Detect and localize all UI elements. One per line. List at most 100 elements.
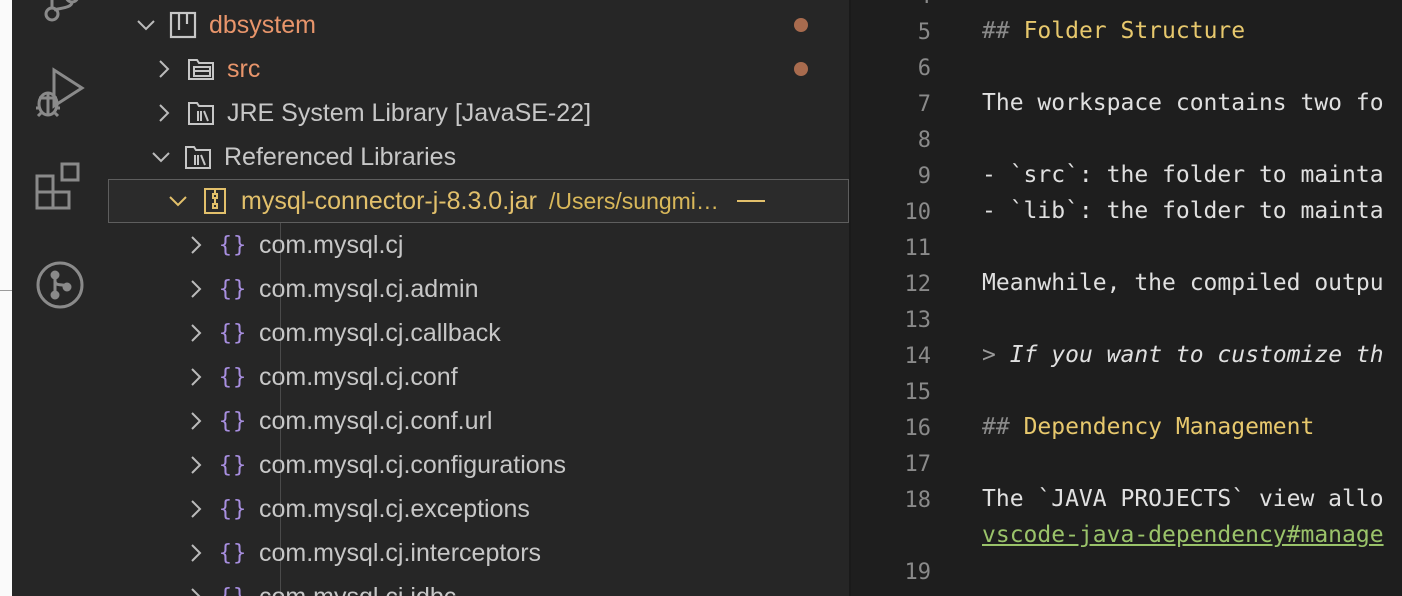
tree-item-project[interactable]: dbsystem <box>108 3 849 47</box>
heading-text: Folder Structure <box>1023 18 1246 44</box>
line-number: 10 <box>904 200 932 225</box>
chevron-right-icon[interactable] <box>181 362 211 392</box>
package-label: com.mysql.cj.interceptors <box>259 538 542 567</box>
source-control-icon[interactable] <box>32 0 88 26</box>
tree-item-jre-library[interactable]: JRE System Library [JavaSE-22] <box>108 91 849 135</box>
heading-marker: ## <box>982 414 1010 440</box>
project-name: dbsystem <box>209 10 316 39</box>
heading-text: Dependency Management <box>1023 414 1315 440</box>
collapse-dash-icon <box>736 200 765 202</box>
package-icon: {} <box>218 320 248 346</box>
package-icon: {} <box>217 581 249 596</box>
quote-text: If you want to customize th <box>1009 342 1384 368</box>
chevron-right-icon[interactable] <box>181 406 211 436</box>
jar-file-icon <box>199 185 231 217</box>
tree-item-package[interactable]: {} com.mysql.cj.callback <box>108 311 849 355</box>
chevron-down-icon[interactable] <box>146 142 176 172</box>
line-number: 15 <box>904 380 932 405</box>
code-line: - `lib`: the folder to mainta <box>982 198 1384 224</box>
jar-path: /Users/sungmi… <box>548 187 719 214</box>
line-number: 9 <box>917 164 931 189</box>
line-number: 14 <box>904 344 932 369</box>
chevron-right-icon[interactable] <box>181 230 211 260</box>
chevron-down-icon[interactable] <box>163 186 193 216</box>
chevron-down-icon[interactable] <box>131 10 161 40</box>
tree-item-label: Referenced Libraries <box>224 142 457 171</box>
chevron-right-icon[interactable] <box>181 494 211 524</box>
line-number: 8 <box>917 128 931 153</box>
tree-item-src[interactable]: src <box>108 47 849 91</box>
chevron-right-icon[interactable] <box>181 318 211 348</box>
chevron-right-icon[interactable] <box>149 54 179 84</box>
package-icon: {} <box>218 364 248 390</box>
library-icon <box>182 141 214 173</box>
line-number: 17 <box>904 452 932 477</box>
modified-indicator <box>794 18 808 32</box>
package-label: com.mysql.cj.conf.url <box>259 406 493 435</box>
code-line: - `src`: the folder to mainta <box>982 162 1384 188</box>
line-number: 18 <box>904 488 932 513</box>
tree-item-package[interactable]: {} com.mysql.cj <box>108 223 849 267</box>
package-icon: {} <box>218 232 248 258</box>
package-label: com.mysql.cj.conf <box>259 362 458 391</box>
tree-item-label: JRE System Library [JavaSE-22] <box>227 98 592 127</box>
package-label: com.mysql.cj.jdbc <box>259 583 456 596</box>
line-number: 11 <box>904 236 932 261</box>
markdown-editor[interactable]: 4 5 6 7 8 9 10 11 12 13 14 15 16 17 18 1… <box>851 0 1402 596</box>
tree-item-package[interactable]: {} com.mysql.cj.configurations <box>108 443 849 487</box>
run-debug-icon[interactable] <box>32 64 88 120</box>
library-icon <box>185 97 217 129</box>
tree-item-package[interactable]: {} com.mysql.cj.jdbc <box>108 575 849 596</box>
package-label: com.mysql.cj.admin <box>259 274 479 303</box>
line-number: 19 <box>904 560 932 585</box>
code-line-heading: ## Dependency Management <box>982 414 1314 440</box>
line-number: 12 <box>904 272 932 297</box>
line-number: 4 <box>851 0 931 9</box>
tree-item-package[interactable]: {} com.mysql.cj.conf.url <box>108 399 849 443</box>
package-icon: {} <box>218 496 248 522</box>
chevron-right-icon[interactable] <box>149 98 179 128</box>
modified-indicator <box>794 62 808 76</box>
package-label: com.mysql.cj.callback <box>259 318 501 347</box>
jar-label: mysql-connector-j-8.3.0.jar <box>241 186 537 215</box>
code-line: The `JAVA PROJECTS` view allo <box>982 486 1384 512</box>
package-icon: {} <box>218 408 248 434</box>
heading-marker: ## <box>982 18 1010 44</box>
chevron-right-icon[interactable] <box>181 450 211 480</box>
tree-item-label: src <box>227 54 261 83</box>
git-graph-icon[interactable] <box>32 257 88 313</box>
tree-item-package[interactable]: {} com.mysql.cj.exceptions <box>108 487 849 531</box>
package-label: com.mysql.cj <box>259 230 404 259</box>
package-folder-icon <box>185 53 217 85</box>
package-icon: {} <box>218 452 248 478</box>
package-icon: {} <box>218 540 248 566</box>
line-number: 6 <box>917 56 931 81</box>
chevron-right-icon[interactable] <box>181 538 211 568</box>
activity-bar <box>12 0 108 596</box>
chevron-right-icon[interactable] <box>181 274 211 304</box>
code-line-heading: ## Folder Structure <box>982 18 1245 44</box>
code-line: The workspace contains two fo <box>982 90 1384 116</box>
code-line-link[interactable]: vscode-java-dependency#manage <box>982 522 1384 548</box>
code-line: Meanwhile, the compiled outpu <box>982 270 1384 296</box>
link-text[interactable]: vscode-java-dependency#manage <box>982 522 1384 548</box>
line-number: 5 <box>917 20 931 45</box>
window-edge <box>0 0 12 596</box>
package-icon: {} <box>218 276 248 302</box>
tree-item-referenced-libraries[interactable]: Referenced Libraries <box>108 135 849 179</box>
chevron-right-icon[interactable] <box>181 582 211 596</box>
tree-item-jar[interactable]: mysql-connector-j-8.3.0.jar /Users/sungm… <box>108 179 849 223</box>
line-number: 13 <box>904 308 932 333</box>
code-line-quote: > If you want to customize th <box>982 342 1384 368</box>
quote-marker: > <box>982 342 996 368</box>
package-label: com.mysql.cj.configurations <box>259 450 567 479</box>
tree-item-package[interactable]: {} com.mysql.cj.interceptors <box>108 531 849 575</box>
project-icon <box>167 9 199 41</box>
explorer-sidebar: dbsystem src JRE System Library [JavaSE-… <box>108 0 849 596</box>
line-number: 16 <box>904 416 932 441</box>
tree-item-package[interactable]: {} com.mysql.cj.admin <box>108 267 849 311</box>
line-number: 7 <box>917 92 931 117</box>
package-label: com.mysql.cj.exceptions <box>259 494 530 523</box>
tree-item-package[interactable]: {} com.mysql.cj.conf <box>108 355 849 399</box>
extensions-icon[interactable] <box>32 158 88 214</box>
